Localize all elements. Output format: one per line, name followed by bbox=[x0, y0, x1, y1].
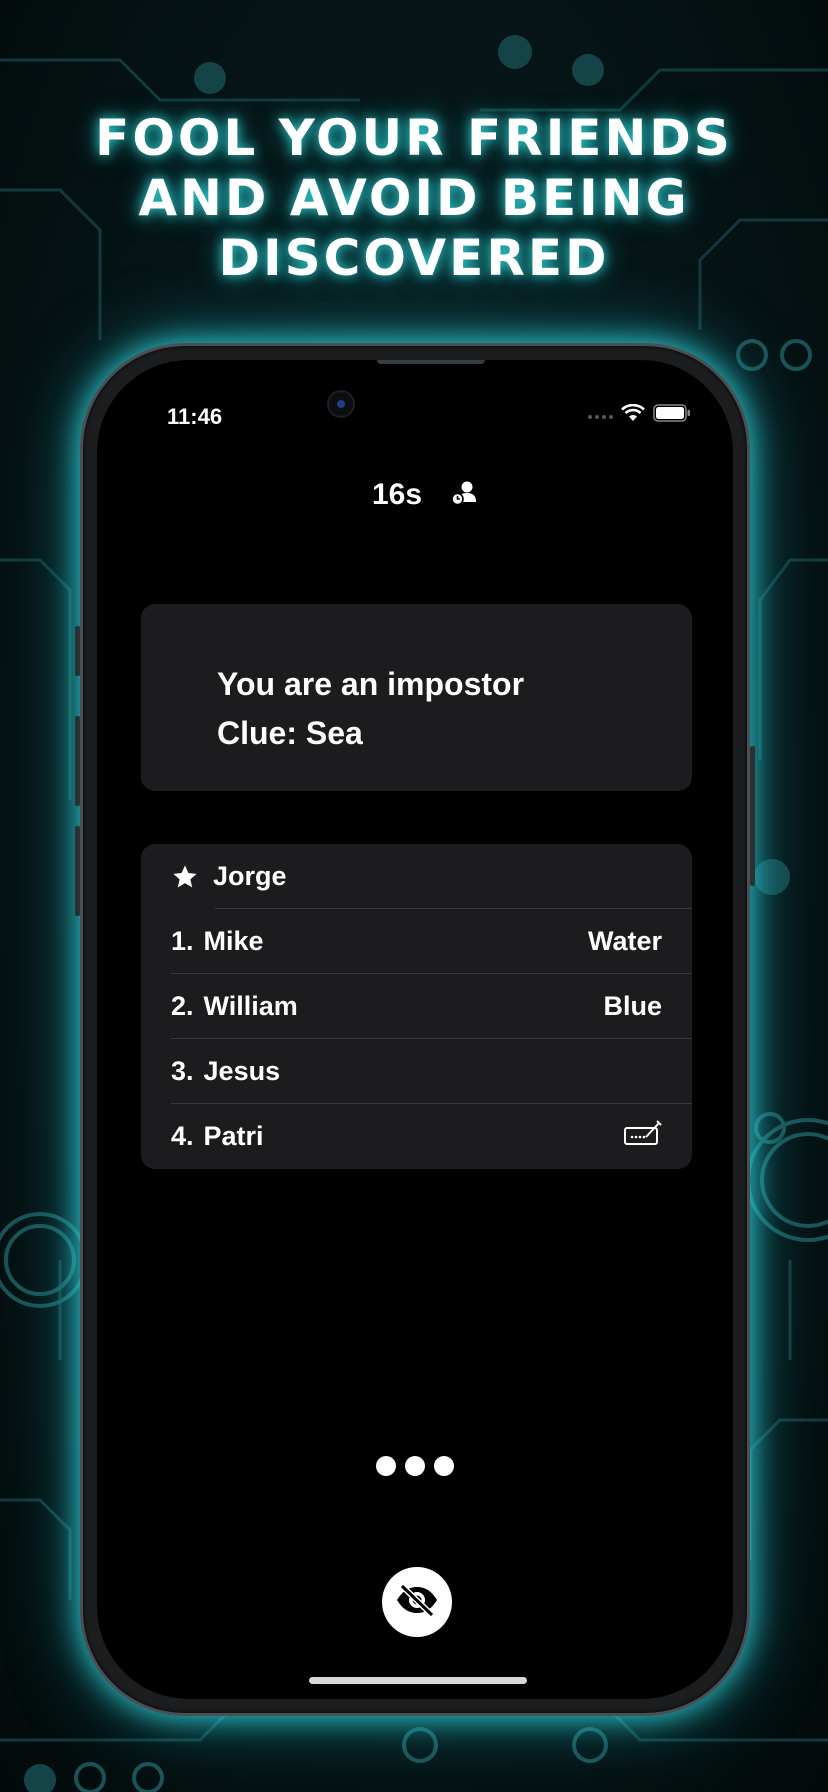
promo-headline: FOOL YOUR FRIENDS AND AVOID BEING DISCOV… bbox=[0, 108, 828, 288]
player-row[interactable]: 4. Patri bbox=[141, 1104, 692, 1169]
player-number: 3. bbox=[171, 1056, 194, 1086]
player-word: Water bbox=[587, 926, 662, 956]
phone-frame: 11:46 16s You are an impostor Clue: Sea … bbox=[75, 343, 755, 1716]
phone-power-button bbox=[750, 746, 755, 886]
player-number: 1. bbox=[171, 926, 194, 956]
home-indicator[interactable] bbox=[309, 1677, 527, 1684]
clue-text: Clue: Sea bbox=[217, 715, 363, 751]
star-icon bbox=[171, 863, 199, 891]
signature-icon bbox=[624, 1120, 662, 1153]
player-row-host[interactable]: Jorge bbox=[141, 844, 692, 909]
dot bbox=[376, 1456, 396, 1476]
cellular-signal-icon bbox=[587, 406, 613, 425]
player-row[interactable]: 2. William Blue bbox=[141, 974, 692, 1039]
phone-mute-switch bbox=[75, 626, 80, 676]
phone-volume-up bbox=[75, 716, 80, 806]
more-dots-icon[interactable] bbox=[97, 1456, 733, 1476]
status-icons bbox=[587, 403, 691, 426]
role-text: You are an impostor bbox=[217, 666, 525, 702]
dot bbox=[405, 1456, 425, 1476]
front-camera bbox=[327, 390, 355, 418]
wifi-icon bbox=[621, 403, 645, 426]
player-word: Blue bbox=[603, 991, 662, 1021]
speaker-grille bbox=[377, 360, 485, 364]
role-card: You are an impostor Clue: Sea bbox=[141, 604, 692, 791]
player-name: Jesus bbox=[203, 1056, 281, 1086]
eye-slash-icon bbox=[395, 1582, 439, 1622]
dot bbox=[434, 1456, 454, 1476]
player-row[interactable]: 3. Jesus bbox=[141, 1039, 692, 1104]
player-name: Jorge bbox=[213, 861, 287, 891]
player-timer-icon[interactable] bbox=[450, 480, 478, 510]
player-name: Patri bbox=[203, 1121, 264, 1151]
player-number: 2. bbox=[171, 991, 194, 1021]
status-time: 11:46 bbox=[167, 404, 223, 429]
round-timer: 16s bbox=[97, 478, 733, 512]
phone-screen: 11:46 16s You are an impostor Clue: Sea … bbox=[97, 360, 733, 1699]
players-list: Jorge 1. Mike Water 2. William Blue 3. J… bbox=[141, 844, 692, 1169]
timer-value: 16s bbox=[371, 478, 423, 511]
battery-icon bbox=[653, 404, 691, 426]
player-name: Mike bbox=[203, 926, 264, 956]
player-name: William bbox=[203, 991, 298, 1021]
player-row[interactable]: 1. Mike Water bbox=[141, 909, 692, 974]
phone-volume-down bbox=[75, 826, 80, 916]
headline-line-3: DISCOVERED bbox=[218, 229, 610, 287]
headline-line-1: FOOL YOUR FRIENDS bbox=[95, 109, 733, 167]
hide-word-button[interactable] bbox=[382, 1567, 452, 1637]
headline-line-2: AND AVOID BEING bbox=[138, 169, 690, 227]
player-number: 4. bbox=[171, 1121, 194, 1151]
